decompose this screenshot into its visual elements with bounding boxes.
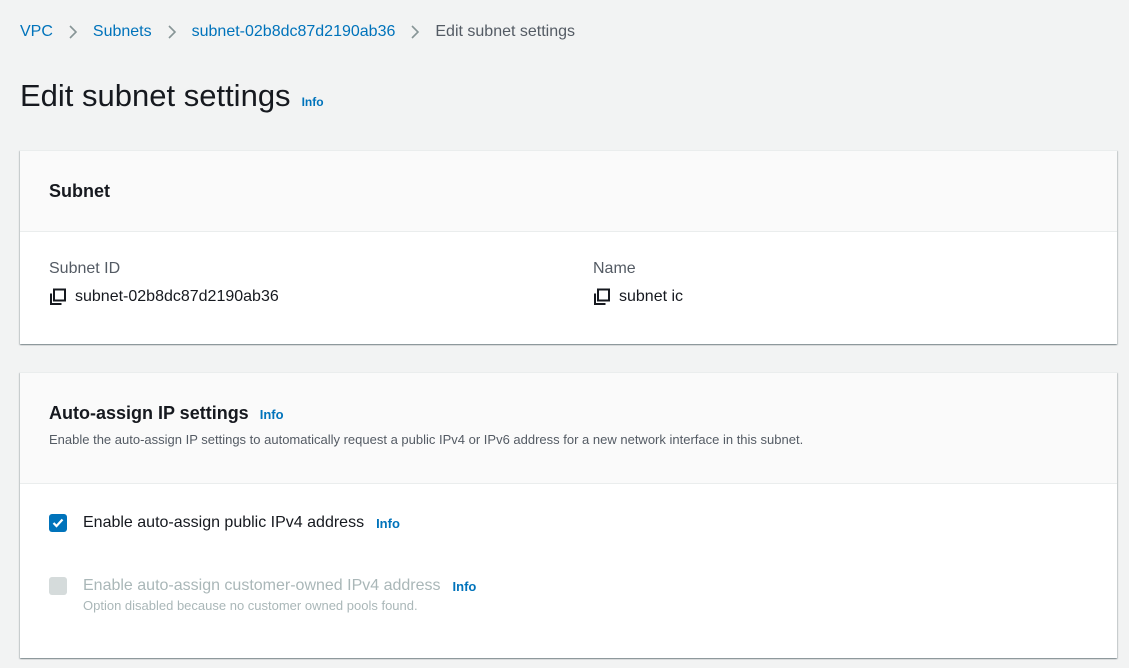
page-header: Edit subnet settings Info (20, 78, 324, 114)
customer-owned-ipv4-info-link[interactable]: Info (453, 579, 477, 594)
content-area: VPC Subnets subnet-02b8dc87d2190ab36 Edi… (0, 0, 1129, 668)
auto-assign-info-link[interactable]: Info (260, 407, 284, 422)
page-title: Edit subnet settings (20, 78, 291, 113)
name-field: Name subnet ic (593, 260, 683, 306)
customer-owned-ipv4-note: Option disabled because no customer owne… (83, 598, 418, 613)
customer-owned-ipv4-checkbox (49, 577, 67, 595)
breadcrumb-vpc[interactable]: VPC (20, 23, 53, 41)
chevron-right-icon (152, 20, 192, 44)
option-customer-owned-ipv4: Enable auto-assign customer-owned IPv4 a… (49, 577, 476, 613)
name-label: Name (593, 260, 636, 277)
subnet-panel-heading: Subnet (49, 180, 110, 201)
subnet-id-label: Subnet ID (49, 260, 121, 277)
auto-assign-panel: Auto-assign IP settings Info Enable the … (20, 372, 1117, 658)
public-ipv4-checkbox[interactable] (49, 514, 67, 532)
auto-assign-panel-heading: Auto-assign IP settings (49, 403, 249, 423)
public-ipv4-info-link[interactable]: Info (376, 516, 400, 531)
customer-owned-ipv4-label: Enable auto-assign customer-owned IPv4 a… (83, 577, 441, 594)
auto-assign-panel-header: Auto-assign IP settings Info Enable the … (20, 373, 1117, 484)
page-info-link[interactable]: Info (302, 95, 324, 109)
subnet-panel: Subnet Subnet ID subnet-02b8dc87d2190ab3… (20, 150, 1117, 344)
auto-assign-description: Enable the auto-assign IP settings to au… (49, 432, 804, 447)
checkmark-icon (52, 518, 64, 528)
chevron-right-icon (395, 20, 435, 44)
scrollbar-track[interactable] (1129, 0, 1143, 668)
chevron-right-icon (53, 20, 93, 44)
customer-owned-ipv4-row: Enable auto-assign customer-owned IPv4 a… (83, 577, 476, 595)
page: VPC Subnets subnet-02b8dc87d2190ab36 Edi… (0, 0, 1143, 668)
name-value-row: subnet ic (593, 288, 683, 306)
public-ipv4-label[interactable]: Enable auto-assign public IPv4 address (83, 514, 364, 532)
breadcrumb: VPC Subnets subnet-02b8dc87d2190ab36 Edi… (20, 20, 575, 44)
option-public-ipv4: Enable auto-assign public IPv4 address I… (49, 514, 400, 532)
subnet-panel-header: Subnet (20, 151, 1117, 232)
breadcrumb-subnet-id[interactable]: subnet-02b8dc87d2190ab36 (192, 23, 396, 41)
copy-icon[interactable] (593, 288, 611, 306)
copy-icon[interactable] (49, 288, 67, 306)
subnet-details: Subnet ID subnet-02b8dc87d2190ab36 Name (20, 232, 1117, 343)
breadcrumb-subnets[interactable]: Subnets (93, 23, 152, 41)
subnet-id-field: Subnet ID subnet-02b8dc87d2190ab36 (49, 260, 279, 306)
name-value: subnet ic (619, 288, 684, 305)
breadcrumb-current: Edit subnet settings (435, 23, 576, 40)
auto-assign-heading-row: Auto-assign IP settings Info (49, 403, 1088, 424)
subnet-id-value-row: subnet-02b8dc87d2190ab36 (49, 288, 279, 306)
customer-owned-ipv4-text: Enable auto-assign customer-owned IPv4 a… (83, 577, 476, 613)
subnet-id-value: subnet-02b8dc87d2190ab36 (75, 288, 279, 305)
